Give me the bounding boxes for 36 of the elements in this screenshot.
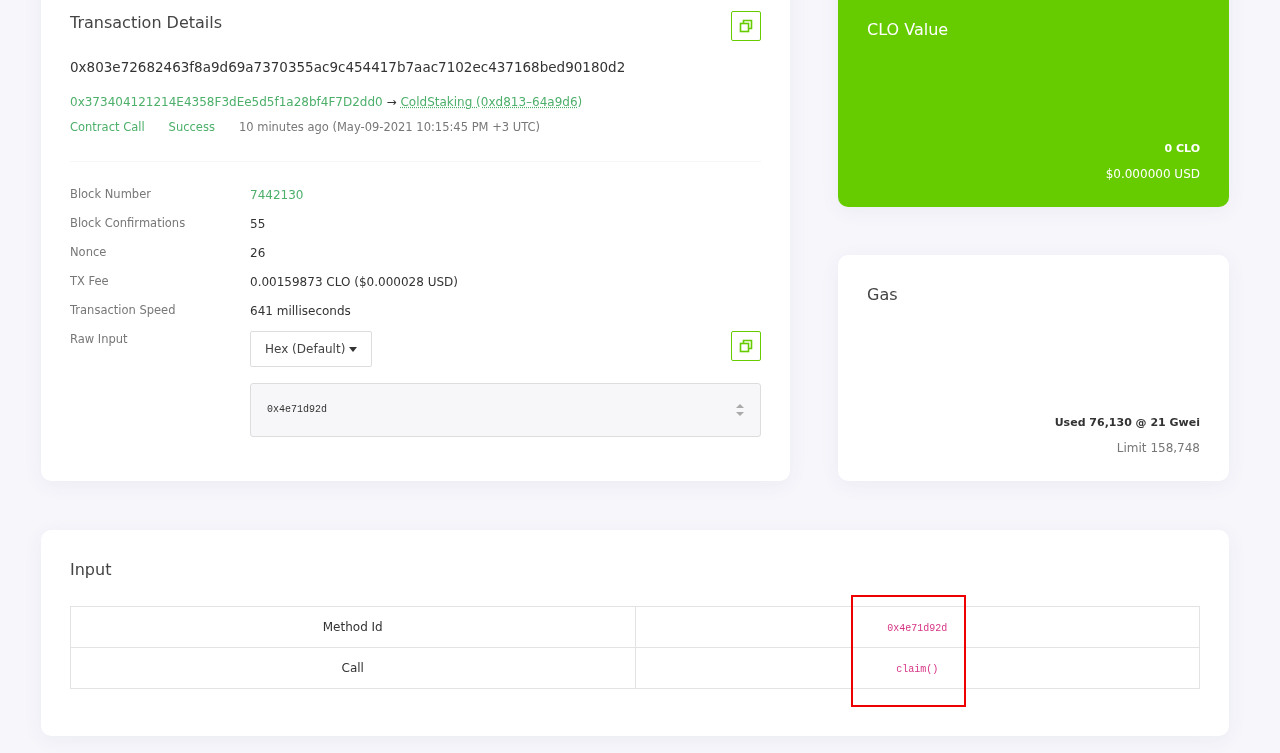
gas-used: Used 76,130 @ 21 Gwei <box>1053 414 1200 431</box>
field-label: Block Confirmations <box>70 214 187 232</box>
card-title: Input <box>70 559 113 581</box>
field-value: 641 milliseconds <box>250 302 351 320</box>
field-value: 0.00159873 CLO ($0.000028 USD) <box>250 273 458 291</box>
card-title: Transaction Details <box>70 12 223 34</box>
copy-button[interactable] <box>731 11 761 41</box>
copy-icon <box>739 338 753 353</box>
field-label: Nonce <box>70 243 108 261</box>
caret-icon <box>349 346 358 352</box>
transaction-hash: 0x803e72682463f8a9d69a7370355ac9c454417b7aac7102ec437168bed90180d2 <box>70 58 627 77</box>
card-title: Gas <box>867 284 899 306</box>
table-cell: claim() <box>635 647 1200 689</box>
table-cell: Method Id <box>70 606 635 648</box>
field-label: Transaction Speed <box>70 301 177 319</box>
copy-button[interactable] <box>731 330 761 361</box>
status-text: Success <box>168 119 215 137</box>
usd-amount: $0.000000 USD <box>1104 166 1200 183</box>
transaction-type: Contract Call <box>70 119 145 137</box>
sender-address: 0x373404121214E4358F3dEe5d5f1a28bf4F7D2dd0 <box>70 95 383 110</box>
field-label: Block Number <box>70 185 152 203</box>
clo-amount: 0 CLO <box>1163 140 1200 157</box>
card-title: CLO Value <box>867 19 950 41</box>
table-cell: 0x4e71d92d <box>635 606 1200 648</box>
field-label: TX Fee <box>70 272 110 290</box>
spinner-icon <box>736 402 744 417</box>
raw-input-field[interactable]: 0x4e71d92d <box>250 382 761 437</box>
copy-icon <box>739 19 753 33</box>
arrow-glyph: → <box>386 95 397 110</box>
field-value: 55 <box>250 215 266 233</box>
table-cell: Call <box>70 647 635 689</box>
timestamp: 10 minutes ago (May-09-2021 10:15:45 PM +3 UTC) <box>238 119 541 137</box>
format-dropdown[interactable]: Hex (Default) <box>250 330 373 367</box>
field-label: Raw Input <box>70 330 129 348</box>
gas-limit: Limit 158,748 <box>1115 440 1200 457</box>
field-value: 26 <box>250 244 266 262</box>
